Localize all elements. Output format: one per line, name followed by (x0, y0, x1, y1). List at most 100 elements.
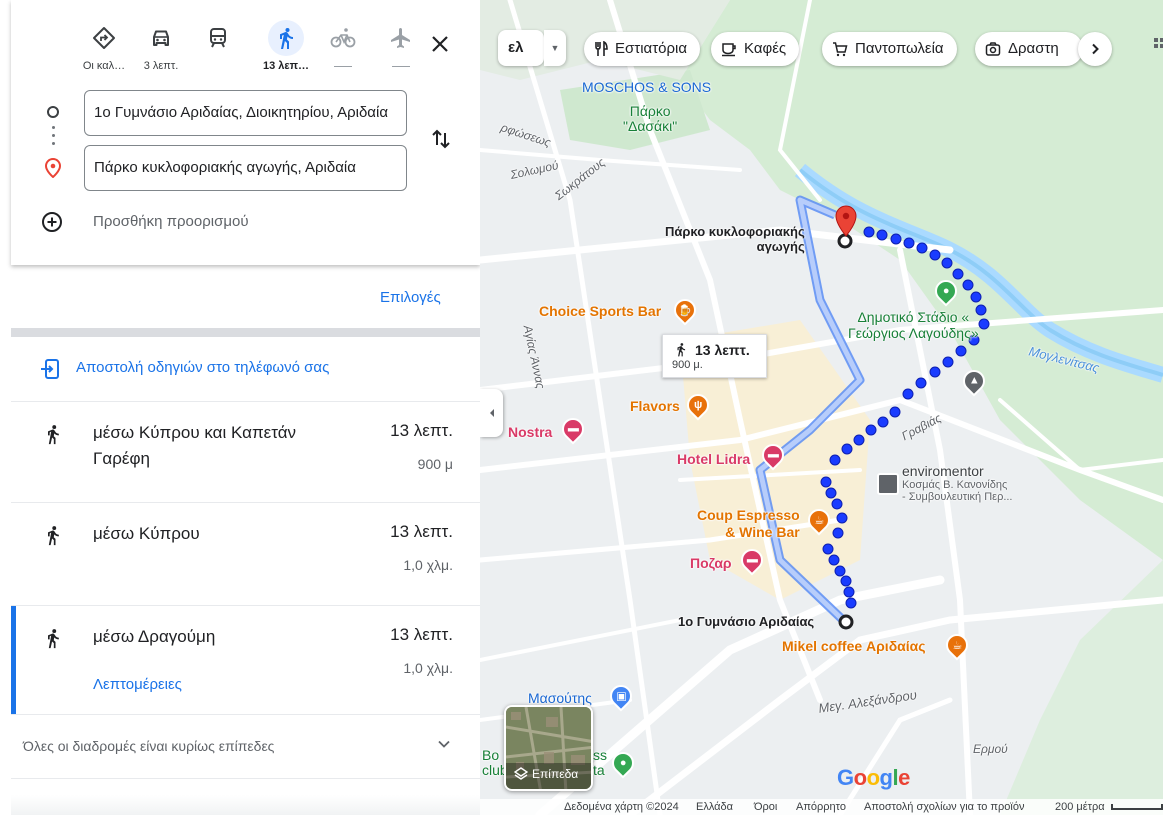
google-logo: Google (837, 765, 910, 791)
directions-header: Οι καλ… 3 λεπτ. 13 λεπ… 1ο Γυμνάσιο Αριδ… (11, 0, 480, 265)
map-poi-masoutis[interactable]: Μασούτης (528, 690, 592, 706)
mode-flights[interactable] (371, 20, 431, 67)
destination-input[interactable]: Πάρκο κυκλοφοριακής αγωγής, Αριδαία (84, 145, 407, 191)
map-park-dasaki[interactable]: Πάρκο "Δασάκι" (623, 104, 677, 134)
send-to-phone-row[interactable]: Αποστολή οδηγιών στο τηλέφωνό σας (11, 337, 480, 401)
plane-icon (383, 20, 419, 56)
chip-activities[interactable]: Δραστη (975, 32, 1083, 66)
divider (11, 714, 480, 715)
route-time: 13 λεπτ. (390, 421, 453, 440)
chip-restaurants[interactable]: Εστιατόρια (584, 32, 700, 66)
camera-icon (985, 42, 1001, 56)
apps-grid-icon[interactable] (1152, 36, 1163, 61)
scale-bar (1111, 804, 1163, 810)
route-title: μέσω Κύπρου και Καπετάν Γαρέφη (93, 423, 297, 468)
map-origin-label[interactable]: 1ο Γυμνάσιο Αριδαίας (678, 614, 814, 629)
add-destination-button[interactable]: Προσθήκη προορισμού (93, 213, 249, 230)
destination-pin-icon (44, 157, 62, 183)
map-poi-enviromentor-sub: Κοσμάς Β. Κανονίδης - Συμβουλευτική Περ.… (902, 479, 1013, 503)
close-icon (432, 36, 448, 52)
destination-pin-icon[interactable] (835, 205, 857, 237)
cart-icon (833, 42, 848, 57)
mode-best[interactable]: Οι καλ… (74, 20, 134, 73)
options-button[interactable]: Επιλογές (380, 289, 441, 306)
chip-coffee[interactable]: Καφές (711, 32, 800, 66)
route-option-2[interactable]: μέσω Κύπρου 13 λεπτ. 1,0 χλμ. (11, 503, 480, 605)
map-poi-coup[interactable]: Coup Espresso & Wine Bar (697, 507, 800, 541)
route-dot (52, 142, 55, 145)
layers-button[interactable]: Επίπεδα (504, 705, 593, 791)
language-dropdown[interactable]: ▼ (544, 30, 566, 66)
google-logo-letter: o (853, 765, 867, 790)
chip-label: Δραστη (1008, 40, 1059, 57)
add-circle-icon[interactable] (41, 211, 63, 238)
origin-marker[interactable] (838, 614, 854, 630)
chip-label: Καφές (744, 40, 787, 57)
map-poi-enviromentor[interactable]: enviromentor (902, 463, 984, 479)
route-details-link[interactable]: Λεπτομέρειες (93, 676, 182, 693)
swap-icon (432, 129, 450, 149)
elevation-note: Όλες οι διαδρομές είναι κυρίως επίπεδες (23, 738, 275, 754)
map-poi-lidra[interactable]: Hotel Lidra (677, 451, 750, 467)
route-option-1[interactable]: μέσω Κύπρου και Καπετάν Γαρέφη 13 λεπτ. … (11, 402, 480, 502)
route-distance: 1,0 χλμ. (403, 660, 453, 676)
map-poi-moschos[interactable]: MOSCHOS & SONS (582, 79, 711, 95)
mode-best-label: Οι καλ… (82, 60, 126, 72)
route-option-3[interactable]: μέσω Δραγούμη 13 λεπτ. 1,0 χλμ. Λεπτομέρ… (11, 606, 480, 714)
swap-waypoints-button[interactable] (426, 124, 456, 154)
map-poi-stadium[interactable]: Δημοτικό Στάδιο « Γεώργιος Λαγούδης» (848, 309, 979, 341)
business-pin-icon[interactable] (877, 473, 899, 495)
directions-icon (86, 20, 122, 56)
route-bubble-distance: 900 μ. (672, 359, 703, 371)
mode-cycling[interactable] (313, 20, 373, 67)
walk-icon (268, 20, 304, 56)
map-destination-label[interactable]: Πάρκο κυκλοφοριακής αγωγής (665, 224, 805, 254)
map-poi-choice[interactable]: Choice Sports Bar (539, 303, 661, 319)
mode-driving-label: 3 λεπτ. (143, 60, 179, 72)
mode-cycling-empty (334, 66, 352, 67)
privacy-link[interactable]: Απόρρητο (796, 801, 846, 813)
google-logo-letter: o (866, 765, 880, 790)
close-directions-button[interactable] (426, 30, 454, 58)
google-logo-letter: G (837, 765, 854, 790)
divider (11, 778, 480, 779)
language-label: ελ (508, 39, 524, 56)
origin-input[interactable]: 1ο Γυμνάσιο Αριδαίας, Διοικητηρίου, Αριδ… (84, 90, 407, 136)
chip-label: Εστιατόρια (615, 40, 687, 57)
language-button[interactable]: ελ (498, 30, 544, 66)
send-to-phone-icon (40, 358, 62, 385)
map-poi-flavors[interactable]: Flavors (630, 398, 680, 414)
map-poi-nostra[interactable]: Nostra (508, 424, 552, 440)
mode-transit-label (188, 60, 248, 73)
route-title: μέσω Κύπρου (93, 524, 200, 543)
region-link[interactable]: Ελλάδα (696, 801, 733, 813)
mode-walking[interactable]: 13 λεπ… (256, 20, 316, 73)
map-canvas[interactable]: MOSCHOS & SONS Πάρκο "Δασάκι" ρφώσεως Σο… (480, 0, 1163, 815)
chevron-down-icon[interactable] (436, 736, 452, 757)
walk-icon (43, 422, 63, 453)
section-divider (11, 328, 480, 337)
route-time-bubble[interactable]: 13 λεπτ. 900 μ. (662, 334, 767, 378)
map-poi-ss[interactable]: ss ta (593, 748, 607, 778)
destination-marker[interactable] (837, 233, 853, 249)
route-time: 13 λεπτ. (390, 625, 453, 644)
mode-driving[interactable]: 3 λεπτ. (131, 20, 191, 73)
terms-link[interactable]: Όροι (754, 801, 777, 813)
layers-label: Επίπεδα (532, 767, 579, 781)
mode-transit[interactable] (188, 20, 248, 73)
map-poi-mikel[interactable]: Mikel coffee Αριδαίας (782, 638, 926, 654)
feedback-link[interactable]: Αποστολή σχολίων για το προϊόν (864, 801, 1024, 813)
route-distance: 1,0 χλμ. (403, 557, 453, 573)
chips-next-button[interactable] (1078, 32, 1112, 66)
scale-label[interactable]: 200 μέτρα (1055, 801, 1105, 813)
route-dot (52, 126, 55, 129)
caret-down-icon: ▼ (550, 43, 560, 53)
chip-groceries[interactable]: Παντοπωλεία (822, 32, 957, 66)
bike-icon (325, 20, 361, 56)
triangle-left-icon (489, 409, 494, 417)
origin-circle-icon (47, 106, 59, 118)
google-logo-letter: g (879, 765, 893, 790)
route-bubble-time: 13 λεπτ. (695, 342, 750, 358)
collapse-panel-button[interactable] (480, 389, 503, 437)
map-poi-pozar[interactable]: Ποζαρ (690, 555, 732, 571)
